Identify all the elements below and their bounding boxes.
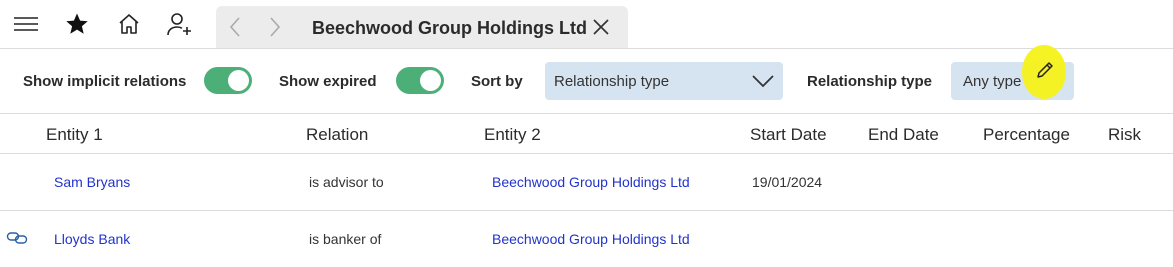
sort-by-value: Relationship type bbox=[554, 73, 670, 90]
column-header[interactable]: Percentage bbox=[983, 125, 1070, 145]
sort-by-select[interactable]: Relationship type bbox=[545, 62, 783, 100]
table-row[interactable]: Lloyds Bank is banker of Beechwood Group… bbox=[0, 211, 1173, 267]
star-icon[interactable] bbox=[63, 10, 91, 38]
tab-title: Beechwood Group Holdings Ltd bbox=[312, 18, 587, 38]
entity1-link[interactable]: Lloyds Bank bbox=[54, 231, 130, 247]
close-icon[interactable] bbox=[588, 14, 614, 40]
show-implicit-label: Show implicit relations bbox=[23, 73, 187, 90]
entity1-link[interactable]: Sam Bryans bbox=[54, 174, 130, 190]
column-header[interactable]: End Date bbox=[868, 125, 939, 145]
column-header[interactable]: Entity 2 bbox=[484, 125, 541, 145]
toggle-knob bbox=[420, 70, 441, 91]
relation-cell: is banker of bbox=[309, 231, 382, 247]
chevron-left-icon[interactable] bbox=[222, 13, 248, 41]
column-header[interactable]: Entity 1 bbox=[46, 125, 103, 145]
toggle-knob bbox=[228, 70, 249, 91]
filter-bar: Show implicit relations Show expired Sor… bbox=[0, 45, 1173, 114]
column-header[interactable]: Relation bbox=[306, 125, 368, 145]
relationship-type-label: Relationship type bbox=[807, 73, 933, 90]
start-date-cell: 19/01/2024 bbox=[752, 174, 823, 190]
show-implicit-toggle[interactable] bbox=[204, 67, 252, 94]
top-toolbar: Beechwood Group Holdings Ltd bbox=[0, 0, 1173, 49]
chevron-right-icon[interactable] bbox=[262, 13, 288, 41]
show-expired-label: Show expired bbox=[279, 73, 377, 90]
hamburger-menu-icon[interactable] bbox=[12, 10, 40, 38]
sort-by-label: Sort by bbox=[471, 73, 523, 90]
link-icon bbox=[6, 232, 28, 244]
entity2-link[interactable]: Beechwood Group Holdings Ltd bbox=[492, 174, 690, 190]
entity-tab[interactable]: Beechwood Group Holdings Ltd bbox=[216, 6, 628, 48]
entity2-link[interactable]: Beechwood Group Holdings Ltd bbox=[492, 231, 690, 247]
column-header[interactable]: Start Date bbox=[750, 125, 827, 145]
column-header[interactable]: Risk bbox=[1108, 125, 1141, 145]
table-header: Entity 1 Relation Entity 2 Start Date En… bbox=[0, 114, 1173, 154]
relationship-type-value: Any type bbox=[963, 73, 1022, 90]
show-expired-toggle[interactable] bbox=[396, 67, 444, 94]
home-icon[interactable] bbox=[115, 10, 143, 38]
add-user-icon[interactable] bbox=[166, 10, 194, 38]
table-row[interactable]: Sam Bryans is advisor to Beechwood Group… bbox=[0, 154, 1173, 211]
pencil-icon[interactable] bbox=[1032, 57, 1058, 83]
chevron-down-icon bbox=[752, 75, 774, 88]
relation-cell: is advisor to bbox=[309, 174, 384, 190]
